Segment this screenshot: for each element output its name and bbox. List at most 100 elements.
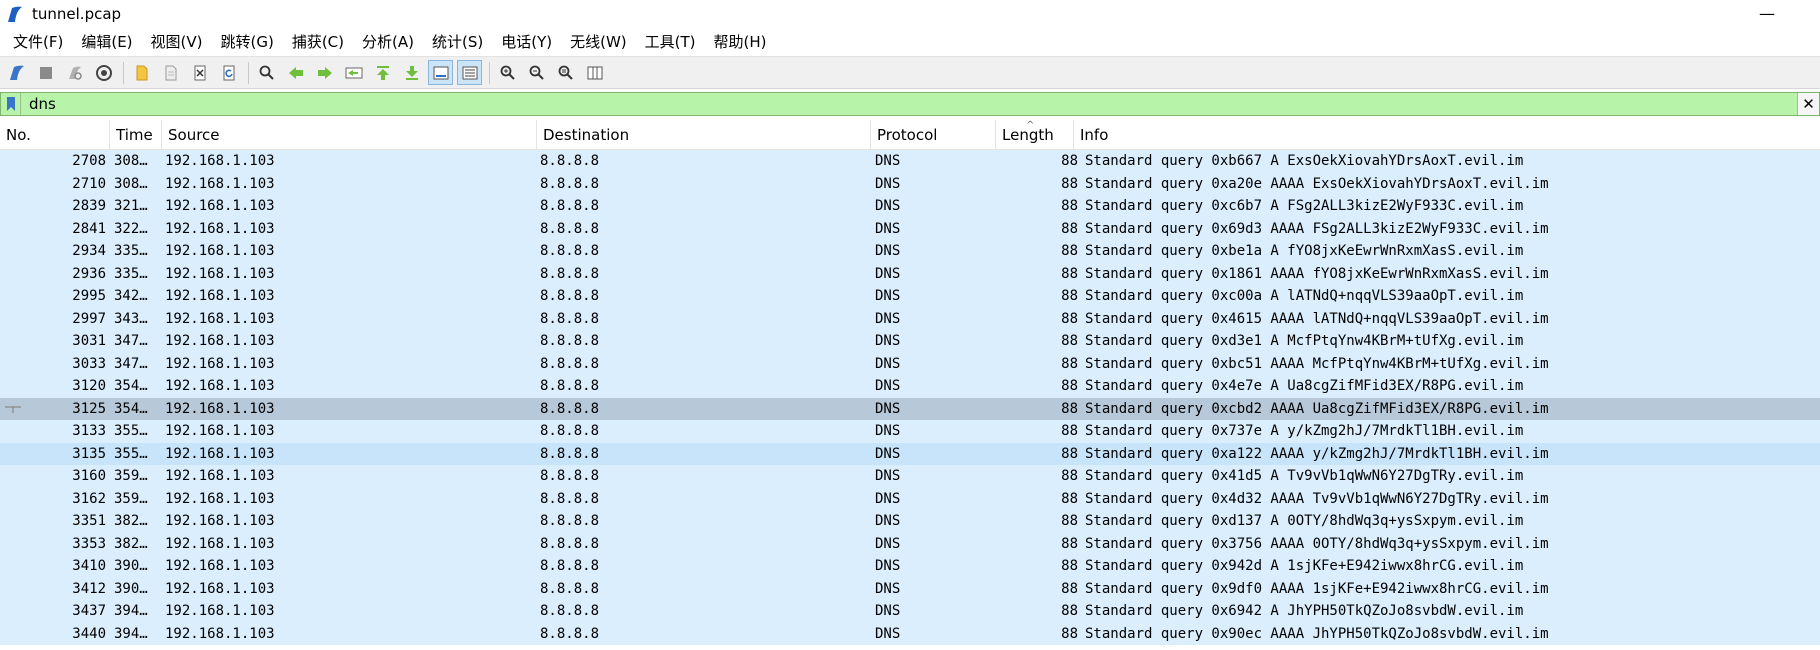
packet-cell-dst: 8.8.8.8 — [540, 490, 600, 507]
column-header-source[interactable]: Source — [162, 120, 537, 150]
packet-cell-time: 382… — [114, 535, 148, 552]
packet-cell-len: 88 — [1061, 468, 1078, 484]
packet-cell-dst: 8.8.8.8 — [540, 355, 600, 372]
go-back-arrow-icon[interactable] — [283, 60, 308, 85]
packet-cell-info: Standard query 0x737e A y/kZmg2hJ/7MrdkT… — [1085, 423, 1524, 439]
packet-cell-time: 347… — [114, 333, 148, 349]
save-file-icon[interactable] — [158, 60, 183, 85]
open-file-icon[interactable] — [129, 60, 154, 85]
packet-cell-proto: DNS — [875, 198, 901, 214]
packet-cell-info: Standard query 0x4615 AAAA lATNdQ+nqqVLS… — [1085, 310, 1549, 327]
menu-go[interactable]: 跳转(G) — [212, 30, 283, 54]
packet-cell-time: 359… — [114, 490, 148, 507]
packet-rows: 2708 308… 192.168.1.103 8.8.8.8 DNS 88 Standar… — [0, 150, 1820, 645]
packet-cell-len: 88 — [1061, 580, 1078, 597]
packet-row[interactable]: 2936 335… 192.168.1.103 8.8.8.8 DNS 88 Standar… — [0, 262, 1820, 285]
packet-row[interactable]: 3120 354… 192.168.1.103 8.8.8.8 DNS 88 Standar… — [0, 375, 1820, 398]
display-filter-input[interactable] — [21, 93, 1797, 115]
menu-capture[interactable]: 捕获(C) — [283, 30, 353, 54]
packet-row[interactable]: 2839 321… 192.168.1.103 8.8.8.8 DNS 88 Standar… — [0, 195, 1820, 218]
packet-row[interactable]: 3440 394… 192.168.1.103 8.8.8.8 DNS 88 Standar… — [0, 622, 1820, 645]
packet-cell-proto: DNS — [875, 220, 901, 237]
menu-file[interactable]: 文件(F) — [4, 30, 72, 54]
menu-tools[interactable]: 工具(T) — [636, 30, 705, 54]
packet-cell-time: 382… — [114, 513, 148, 529]
normal-size-icon[interactable] — [553, 60, 578, 85]
packet-cell-len: 88 — [1061, 175, 1078, 192]
packet-cell-len: 88 — [1061, 490, 1078, 507]
packet-row[interactable]: 2841 322… 192.168.1.103 8.8.8.8 DNS 88 Standar… — [0, 217, 1820, 240]
title-bar: tunnel.pcap — — [0, 0, 1820, 28]
packet-cell-no: 2708 — [72, 153, 106, 169]
filter-bookmark-icon[interactable] — [1, 93, 21, 115]
packet-row[interactable]: 3033 347… 192.168.1.103 8.8.8.8 DNS 88 Standar… — [0, 352, 1820, 375]
start-capture-icon[interactable] — [4, 60, 29, 85]
packet-row[interactable]: 3162 359… 192.168.1.103 8.8.8.8 DNS 88 Standar… — [0, 487, 1820, 510]
packet-cell-no: 3412 — [72, 580, 106, 597]
menu-view[interactable]: 视图(V) — [142, 30, 212, 54]
go-first-packet-icon[interactable] — [370, 60, 395, 85]
packet-cell-src: 192.168.1.103 — [165, 288, 275, 304]
minimize-button[interactable]: — — [1752, 2, 1782, 24]
zoom-in-icon[interactable] — [495, 60, 520, 85]
packet-row[interactable]: 3410 390… 192.168.1.103 8.8.8.8 DNS 88 Standar… — [0, 555, 1820, 578]
packet-row[interactable]: 3133 355… 192.168.1.103 8.8.8.8 DNS 88 Standar… — [0, 420, 1820, 443]
go-to-packet-icon[interactable] — [341, 60, 366, 85]
restart-capture-icon[interactable] — [62, 60, 87, 85]
menu-wireless[interactable]: 无线(W) — [561, 30, 636, 54]
column-header-length[interactable]: Length ^ — [996, 120, 1074, 150]
menu-analyze[interactable]: 分析(A) — [353, 30, 423, 54]
menu-edit[interactable]: 编辑(E) — [72, 30, 141, 54]
go-last-packet-icon[interactable] — [399, 60, 424, 85]
capture-options-gear-icon[interactable] — [91, 60, 116, 85]
packet-row[interactable]: 2708 308… 192.168.1.103 8.8.8.8 DNS 88 Standar… — [0, 150, 1820, 173]
packet-row[interactable]: 3031 347… 192.168.1.103 8.8.8.8 DNS 88 Standar… — [0, 330, 1820, 353]
packet-row[interactable]: 2997 343… 192.168.1.103 8.8.8.8 DNS 88 Standar… — [0, 307, 1820, 330]
packet-row[interactable]: 3160 359… 192.168.1.103 8.8.8.8 DNS 88 Standar… — [0, 465, 1820, 488]
zoom-out-icon[interactable] — [524, 60, 549, 85]
find-packet-icon[interactable] — [254, 60, 279, 85]
packet-cell-time: 343… — [114, 310, 148, 327]
packet-row[interactable]: 3353 382… 192.168.1.103 8.8.8.8 DNS 88 Standar… — [0, 532, 1820, 555]
column-header-time[interactable]: Time — [110, 120, 162, 150]
packet-row[interactable]: 2710 308… 192.168.1.103 8.8.8.8 DNS 88 Standar… — [0, 172, 1820, 195]
clear-filter-icon[interactable]: ✕ — [1797, 93, 1819, 115]
column-header-info[interactable]: Info — [1074, 120, 1820, 150]
packet-cell-len: 88 — [1061, 355, 1078, 372]
packet-row[interactable]: 2995 342… 192.168.1.103 8.8.8.8 DNS 88 Standar… — [0, 285, 1820, 308]
packet-row[interactable]: 3135 355… 192.168.1.103 8.8.8.8 DNS 88 Standar… — [0, 442, 1820, 465]
column-header-no[interactable]: No. — [0, 120, 110, 150]
column-header-destination[interactable]: Destination — [537, 120, 871, 150]
packet-cell-dst: 8.8.8.8 — [540, 423, 600, 439]
packet-cell-time: 354… — [114, 378, 148, 394]
colorize-packet-list-icon[interactable] — [457, 60, 482, 85]
menu-help[interactable]: 帮助(H) — [705, 30, 776, 54]
packet-cell-no: 2710 — [72, 175, 106, 192]
packet-cell-info: Standard query 0x69d3 AAAA FSg2ALL3kizE2… — [1085, 220, 1549, 237]
packet-row[interactable]: 2934 335… 192.168.1.103 8.8.8.8 DNS 88 Standar… — [0, 240, 1820, 263]
packet-cell-info: Standard query 0xa122 AAAA y/kZmg2hJ/7Mr… — [1085, 445, 1549, 462]
menu-statistics[interactable]: 统计(S) — [423, 30, 492, 54]
packet-cell-len: 88 — [1061, 265, 1078, 282]
menu-telephony[interactable]: 电话(Y) — [492, 30, 561, 54]
stop-capture-icon[interactable] — [33, 60, 58, 85]
column-header-protocol[interactable]: Protocol — [871, 120, 996, 150]
packet-cell-dst: 8.8.8.8 — [540, 333, 600, 349]
packet-row[interactable]: 3412 390… 192.168.1.103 8.8.8.8 DNS 88 Standar… — [0, 577, 1820, 600]
packet-cell-proto: DNS — [875, 310, 901, 327]
packet-cell-time: 335… — [114, 243, 148, 259]
resize-columns-icon[interactable] — [582, 60, 607, 85]
go-forward-arrow-icon[interactable] — [312, 60, 337, 85]
packet-cell-time: 342… — [114, 288, 148, 304]
packet-row[interactable]: 3437 394… 192.168.1.103 8.8.8.8 DNS 88 Standar… — [0, 600, 1820, 623]
packet-row[interactable]: 3351 382… 192.168.1.103 8.8.8.8 DNS 88 Standar… — [0, 510, 1820, 533]
packet-row[interactable]: 3125 354… 192.168.1.103 8.8.8.8 DNS 88 Standar… — [0, 397, 1820, 420]
packet-cell-dst: 8.8.8.8 — [540, 535, 600, 552]
auto-scroll-icon[interactable] — [428, 60, 453, 85]
packet-cell-info: Standard query 0xbe1a A fYO8jxKeEwrWnRxm… — [1085, 243, 1524, 259]
reload-file-icon[interactable] — [216, 60, 241, 85]
packet-cell-len: 88 — [1061, 558, 1078, 574]
packet-cell-dst: 8.8.8.8 — [540, 468, 600, 484]
close-file-icon[interactable] — [187, 60, 212, 85]
packet-cell-info: Standard query 0xa20e AAAA ExsOekXiovahY… — [1085, 175, 1549, 192]
